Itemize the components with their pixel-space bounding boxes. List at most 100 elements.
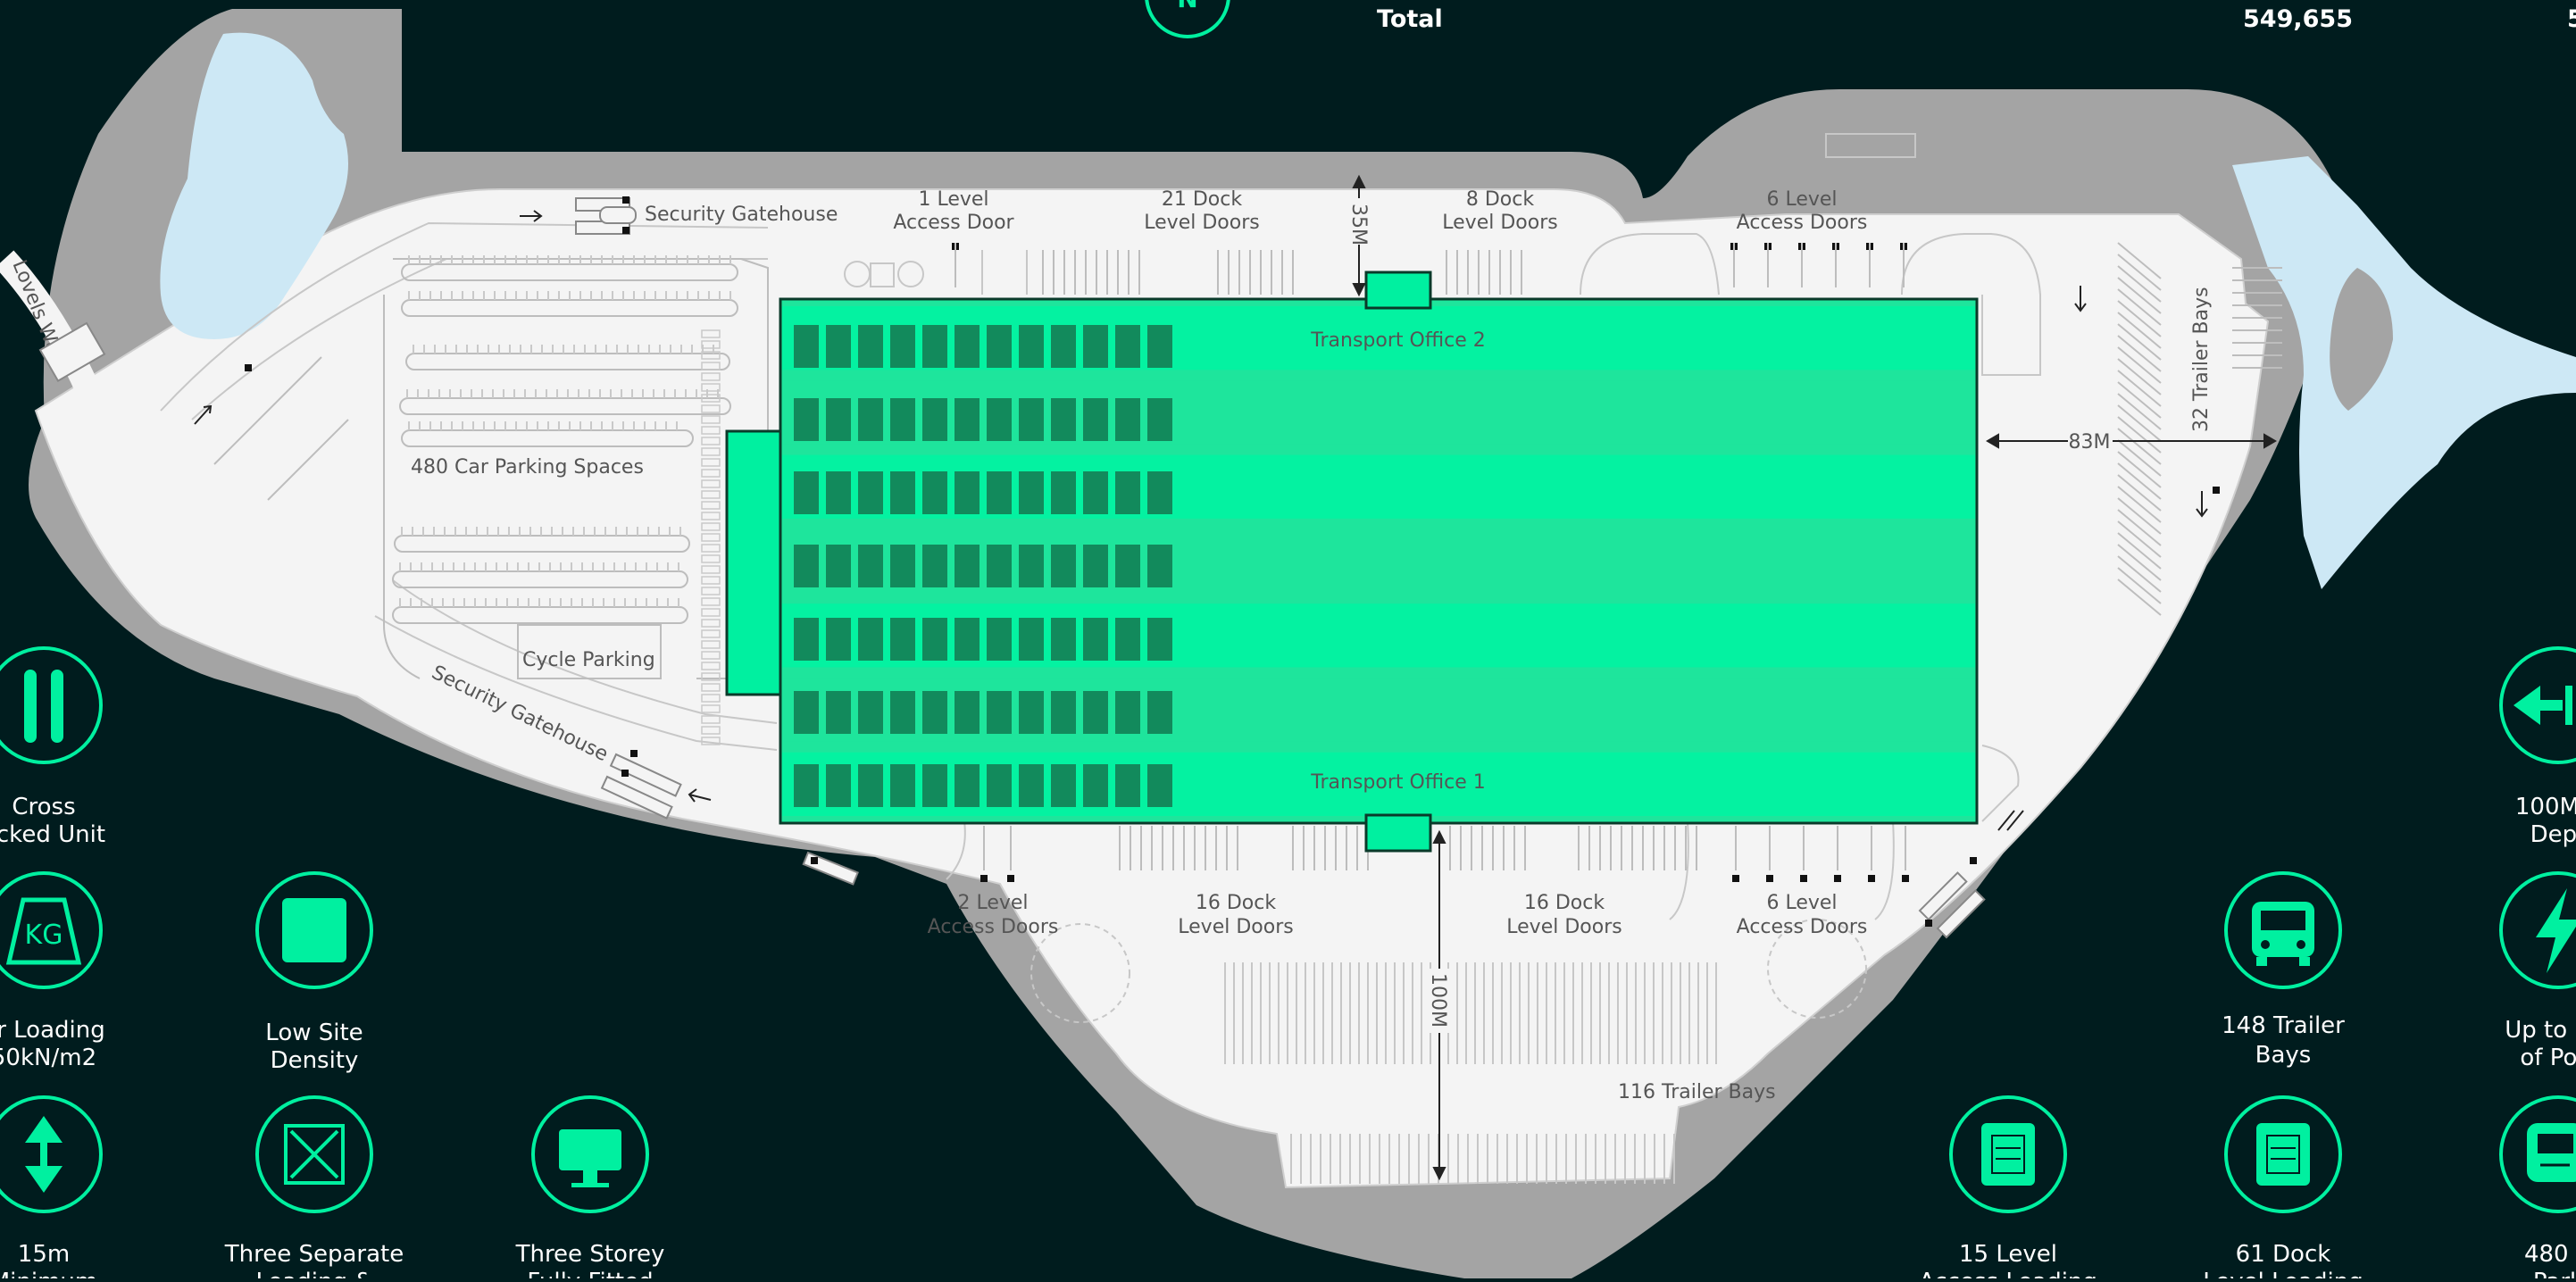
south-door-3-line1: 16 Dock: [1524, 892, 1605, 914]
racking-block: [794, 691, 819, 734]
racking-block: [922, 691, 947, 734]
racking-block: [826, 471, 851, 514]
racking-block: [826, 398, 851, 441]
racking-block: [1115, 471, 1140, 514]
level-access-icon: [1981, 1123, 2035, 1186]
racking-block: [826, 618, 851, 661]
racking-block: [987, 691, 1012, 734]
racking-block: [922, 325, 947, 368]
racking-block: [1051, 691, 1076, 734]
racking-block: [955, 325, 980, 368]
feature-dock-level-line1: 61 Dock: [2236, 1241, 2331, 1268]
racking-block: [1051, 471, 1076, 514]
racking-block: [890, 618, 915, 661]
north-door-4-line1: 6 Level: [1766, 188, 1837, 211]
racking-block: [1115, 545, 1140, 587]
dock-door-marker: [1732, 875, 1739, 882]
dock-door-marker: [1800, 875, 1807, 882]
racking-block: [1051, 545, 1076, 587]
feature-floor-loading-line1: or Loading: [0, 1017, 105, 1044]
racking-block: [1147, 398, 1172, 441]
racking-block: [794, 545, 819, 587]
south-door-3-line2: Level Doors: [1506, 916, 1621, 938]
total-value: 549,655: [2243, 5, 2353, 33]
feature-offices-line1: Three Storey: [515, 1241, 665, 1268]
racking-block: [826, 545, 851, 587]
racking-block: [794, 471, 819, 514]
racking-block: [1115, 325, 1140, 368]
transport-office-2-block: [1364, 271, 1432, 310]
total-label: Total: [1377, 5, 1443, 33]
north-door-2-line1: 21 Dock: [1162, 188, 1242, 211]
dock-door-marker: [1902, 875, 1909, 882]
feature-trailer-bays-line2: Bays: [2255, 1042, 2312, 1069]
racking-block: [987, 764, 1012, 807]
racking-block: [987, 545, 1012, 587]
feature-yard-depth-line1: 100M Y: [2515, 794, 2576, 820]
racking-block: [987, 618, 1012, 661]
racking-block: [826, 691, 851, 734]
racking-block: [794, 618, 819, 661]
racking-block: [794, 398, 819, 441]
dock-level-icon: [2256, 1123, 2310, 1186]
feature-loading-areas-line1: Three Separate: [224, 1241, 404, 1268]
feature-low-density-line2: Density: [271, 1047, 359, 1074]
north-door-1-line2: Access Door: [893, 212, 1014, 234]
dimension-100m: 100M: [1427, 973, 1449, 1028]
north-door-4-line2: Access Doors: [1737, 212, 1868, 234]
racking-block: [858, 325, 883, 368]
north-door-1-line1: 1 Level: [918, 188, 988, 211]
racking-block: [826, 764, 851, 807]
racking-block: [1083, 545, 1108, 587]
south-door-2-line1: 16 Dock: [1196, 892, 1276, 914]
racking-block: [1147, 764, 1172, 807]
racking-block: [987, 471, 1012, 514]
racking-block: [1083, 398, 1108, 441]
racking-block: [890, 325, 915, 368]
feature-car-parking-line2: Park: [2533, 1269, 2576, 1278]
racking-block: [1115, 398, 1140, 441]
north-door-3-line2: Level Doors: [1442, 212, 1557, 234]
dock-door-marker: [1007, 875, 1014, 882]
racking-block: [922, 545, 947, 587]
office-annex-west: [725, 429, 782, 696]
feature-low-density-line1: Low Site: [265, 1020, 363, 1046]
trailer-bays-icon: [2252, 902, 2314, 966]
racking-block: [1083, 471, 1108, 514]
racking-block: [890, 691, 915, 734]
site-plan-page: Lovels Way 83M 35M 100M Security Gatehou…: [0, 0, 2576, 1282]
racking-block: [1019, 325, 1044, 368]
racking-block: [1083, 764, 1108, 807]
dock-door-marker: [1766, 875, 1773, 882]
cycle-parking-label: Cycle Parking: [522, 649, 655, 671]
racking-block: [955, 691, 980, 734]
feature-level-access-line2: Access Loading: [1919, 1269, 2097, 1278]
north-door-3-line1: 8 Dock: [1466, 188, 1534, 211]
feature-dock-level-line2: Level Loading: [2203, 1269, 2363, 1278]
racking-block: [1115, 691, 1140, 734]
security-gatehouse-north-label: Security Gatehouse: [645, 204, 838, 226]
feature-power-line1: Up to 2.4: [2505, 1017, 2576, 1044]
racking-block: [890, 398, 915, 441]
racking-block: [922, 618, 947, 661]
racking-block: [1147, 471, 1172, 514]
racking-block: [826, 325, 851, 368]
south-door-4-line1: 6 Level: [1766, 892, 1837, 914]
racking-block: [1019, 691, 1044, 734]
racking-block: [1147, 325, 1172, 368]
racking-block: [1051, 325, 1076, 368]
compass-label: N: [1177, 0, 1197, 13]
floor-loading-icon-text: KG: [25, 920, 63, 951]
racking-block: [922, 471, 947, 514]
racking-block: [1083, 325, 1108, 368]
racking-block: [794, 325, 819, 368]
trailer-bays-south-label: 116 Trailer Bays: [1618, 1081, 1776, 1103]
racking-block: [1115, 618, 1140, 661]
feature-offices-line2: Fully Fitted: [527, 1269, 653, 1278]
dimension-83m: 83M: [2069, 431, 2111, 454]
low-density-icon: [282, 898, 346, 962]
feature-yard-depth-line2: Dept: [2530, 821, 2576, 848]
racking-block: [858, 398, 883, 441]
south-door-1-line2: Access Doors: [928, 916, 1059, 938]
feature-cross-docked-line1: Cross: [12, 794, 75, 820]
